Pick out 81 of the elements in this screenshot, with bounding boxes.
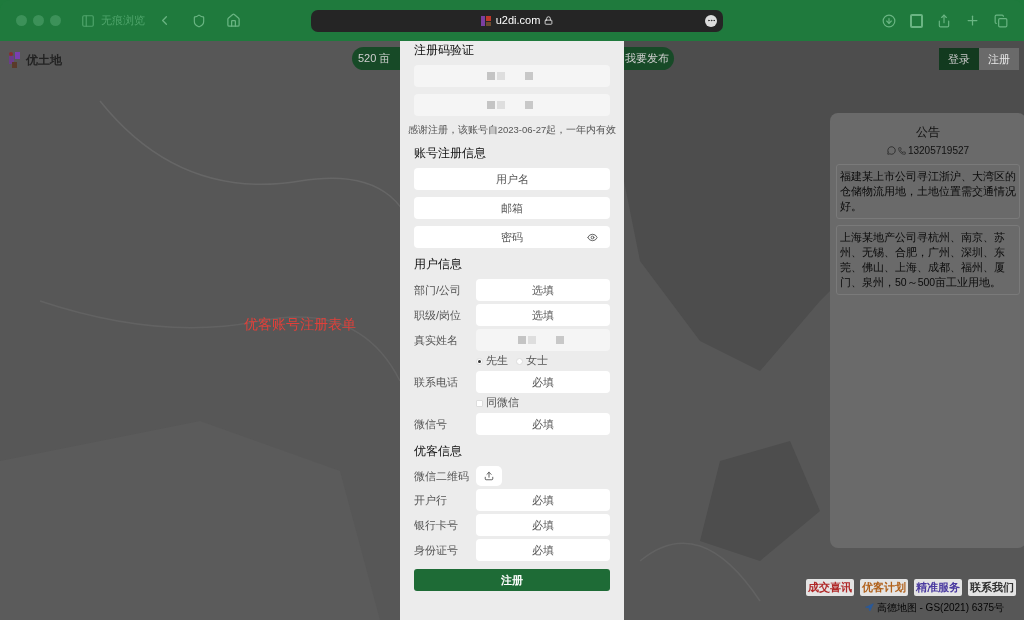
footer-link[interactable]: 精准服务	[914, 579, 962, 596]
lock-icon	[544, 16, 554, 25]
input-field[interactable]: 必填	[476, 371, 610, 393]
field-label: 银行卡号	[414, 517, 459, 533]
masked-field[interactable]	[414, 65, 610, 87]
tabs-icon[interactable]	[994, 13, 1008, 28]
placeholder: 必填	[532, 374, 554, 390]
placeholder: 必填	[532, 492, 554, 508]
input-field[interactable]: 邮箱	[414, 197, 610, 219]
field-label: 微信号	[414, 416, 448, 432]
map-logo-icon	[864, 602, 874, 612]
footer-link[interactable]: 优客计划	[860, 579, 908, 596]
masked-field[interactable]	[414, 94, 610, 116]
section-title: 用户信息	[414, 256, 463, 272]
footer-link[interactable]: 联系我们	[968, 579, 1016, 596]
more-button[interactable]	[705, 14, 717, 27]
radio-button[interactable]	[476, 357, 483, 365]
download-icon[interactable]	[882, 13, 896, 28]
field-label: 身份证号	[414, 542, 459, 558]
window-control[interactable]	[33, 15, 44, 26]
eye-icon[interactable]	[587, 231, 598, 243]
radio-label: 女士	[526, 353, 548, 369]
auth-tab[interactable]: 注册	[979, 48, 1019, 70]
area-pill[interactable]: 520 亩	[352, 47, 400, 70]
window-control[interactable]	[50, 15, 61, 26]
field-label: 职级/岗位	[414, 307, 463, 323]
placeholder: 必填	[532, 517, 554, 533]
notice-item: 上海某地产公司寻杭州、南京、苏州、无锡、合肥，广州、深圳、东莞、佛山、上海、成都、福州、厦门、泉州，50～500亩工业用地。	[836, 225, 1020, 295]
auth-tab[interactable]: 登录	[939, 48, 979, 70]
validity-note: 感谢注册，该账号自2023-06-27起，一年内有效	[406, 123, 618, 137]
phone-number: 13205719527	[907, 144, 970, 158]
password-field[interactable]: 密码	[414, 226, 610, 248]
input-field[interactable]: 必填	[476, 539, 610, 561]
notice-title: 公告	[915, 124, 941, 141]
input-field[interactable]: 必填	[476, 514, 610, 536]
input-field[interactable]: 必填	[476, 413, 610, 435]
placeholder: 选填	[532, 282, 554, 298]
input-field[interactable]: 选填	[476, 279, 610, 301]
home-icon[interactable]	[226, 13, 241, 28]
placeholder: 用户名	[495, 171, 529, 187]
input-field[interactable]: 选填	[476, 304, 610, 326]
logo-icon	[9, 52, 23, 68]
input-field[interactable]: 用户名	[414, 168, 610, 190]
upload-icon	[484, 471, 494, 481]
radio-button[interactable]	[516, 357, 523, 365]
shield-icon[interactable]	[192, 13, 206, 28]
address-bar[interactable]: u2di.com	[311, 9, 723, 32]
site-logo-icon	[480, 15, 491, 26]
checkbox[interactable]	[476, 399, 483, 407]
placeholder: 选填	[532, 307, 554, 323]
footer-link[interactable]: 成交喜讯	[806, 579, 854, 596]
share-icon[interactable]	[937, 13, 951, 28]
checkbox-label: 同微信	[486, 395, 519, 411]
overlay-caption: 优客账号注册表单	[244, 315, 356, 334]
section-title: 账号注册信息	[414, 145, 487, 161]
phone-icon	[897, 146, 906, 155]
notice-item: 福建某上市公司寻江浙沪、大湾区的仓储物流用地，土地位置需交通情况好。	[836, 164, 1020, 219]
radio-label: 先生	[486, 353, 508, 369]
ellipsis-icon	[706, 16, 716, 25]
window-control[interactable]	[16, 15, 27, 26]
placeholder: 密码	[501, 229, 523, 245]
field-label: 真实姓名	[414, 332, 459, 348]
map-attribution: 高德地图 - GS(2021) 6375号	[876, 600, 1004, 615]
section-title: 优客信息	[414, 443, 463, 459]
chat-icon	[886, 146, 896, 155]
url-text: u2di.com	[495, 13, 541, 29]
register-button[interactable]: 注册	[414, 569, 610, 591]
field-label: 开户行	[414, 492, 448, 508]
section-title: 注册码验证	[414, 42, 475, 58]
upload-button[interactable]	[476, 466, 502, 486]
placeholder: 必填	[532, 416, 554, 432]
field-label: 微信二维码	[414, 468, 470, 484]
field-label: 联系电话	[414, 374, 459, 390]
field-label: 部门/公司	[414, 282, 463, 298]
input-field[interactable]: 必填	[476, 489, 610, 511]
publish-pill[interactable]: 我要发布	[624, 47, 674, 70]
placeholder: 必填	[532, 542, 554, 558]
placeholder: 邮箱	[501, 200, 523, 216]
masked-field[interactable]	[476, 329, 610, 351]
sidebar-icon[interactable]	[81, 13, 95, 28]
new-tab-icon[interactable]	[965, 13, 980, 28]
